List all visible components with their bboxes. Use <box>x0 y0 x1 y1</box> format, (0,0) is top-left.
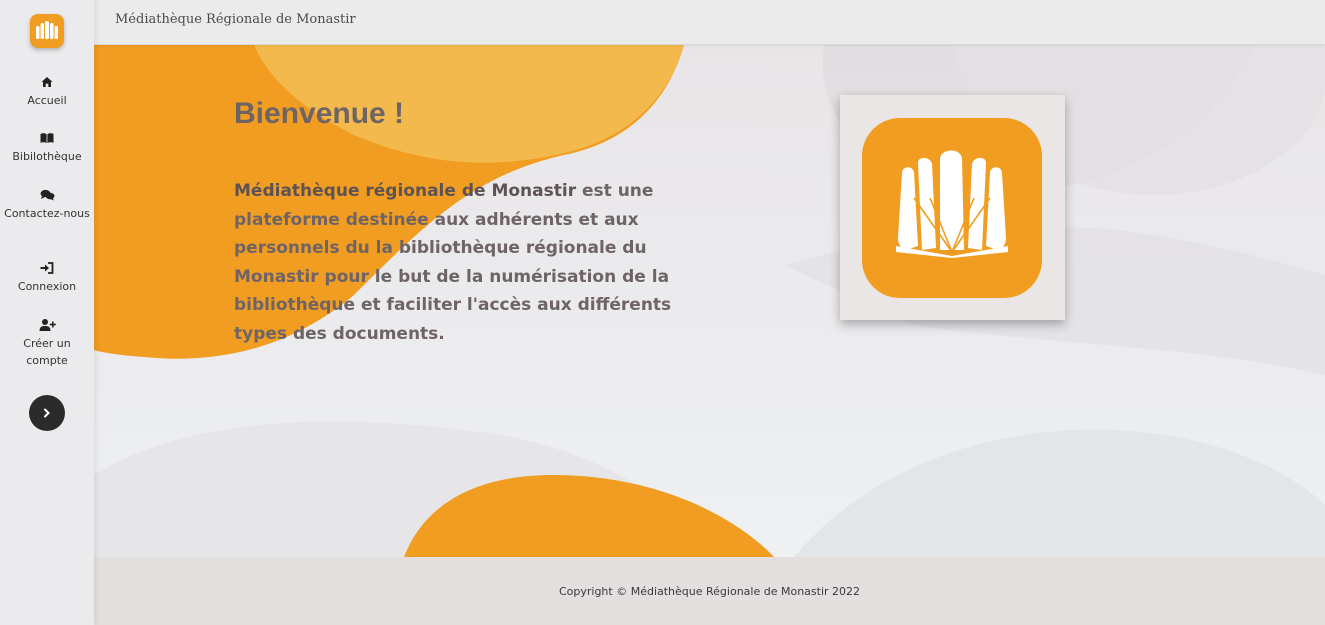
site-title[interactable]: Médiathèque Régionale de Monastir <box>115 12 356 27</box>
sidebar-item-bibliotheque[interactable]: Bibilothèque <box>0 131 94 165</box>
footer: Copyright © Médiathèque Régionale de Mon… <box>94 557 1325 625</box>
book-icon <box>40 133 54 143</box>
sidebar-item-label: Créer un compte <box>23 337 71 367</box>
open-book-icon <box>896 150 1008 258</box>
intro-text: est une plateforme destinée aux adhérent… <box>234 181 672 344</box>
sidebar-item-label: Contactez-nous <box>4 207 90 220</box>
sidebar-item-label: Accueil <box>27 94 67 107</box>
app-logo-large <box>862 118 1042 298</box>
app-logo[interactable] <box>30 14 64 48</box>
sidebar-expand-button[interactable] <box>29 395 65 431</box>
sidebar-item-label: Bibilothèque <box>12 150 82 163</box>
logo-card <box>840 95 1065 320</box>
copyright-text: Copyright © Médiathèque Régionale de Mon… <box>558 585 861 598</box>
sidebar-item-contact[interactable]: Contactez-nous <box>0 188 94 222</box>
sidebar-item-register[interactable]: Créer un compte <box>0 318 94 369</box>
sidebar-item-accueil[interactable]: Accueil <box>0 75 94 109</box>
home-icon <box>41 77 53 87</box>
sidebar-item-connexion[interactable]: Connexion <box>0 261 94 295</box>
intro-paragraph: Médiathèque régionale de Monastir est un… <box>234 177 704 348</box>
sidebar: Accueil Bibilothèque Contactez-nous Conn… <box>0 0 94 625</box>
intro-strong: Médiathèque régionale de Monastir <box>234 181 577 201</box>
hero-section: Bienvenue ! Médiathèque régionale de Mon… <box>94 45 1325 557</box>
sign-in-icon <box>40 262 54 274</box>
chevron-right-icon <box>44 408 50 418</box>
page-title: Bienvenue ! <box>234 97 405 130</box>
user-plus-icon <box>39 319 56 331</box>
top-navbar: Médiathèque Régionale de Monastir <box>94 0 1325 44</box>
comments-icon <box>40 189 54 201</box>
sidebar-item-label: Connexion <box>17 280 77 293</box>
open-book-icon <box>36 21 58 39</box>
